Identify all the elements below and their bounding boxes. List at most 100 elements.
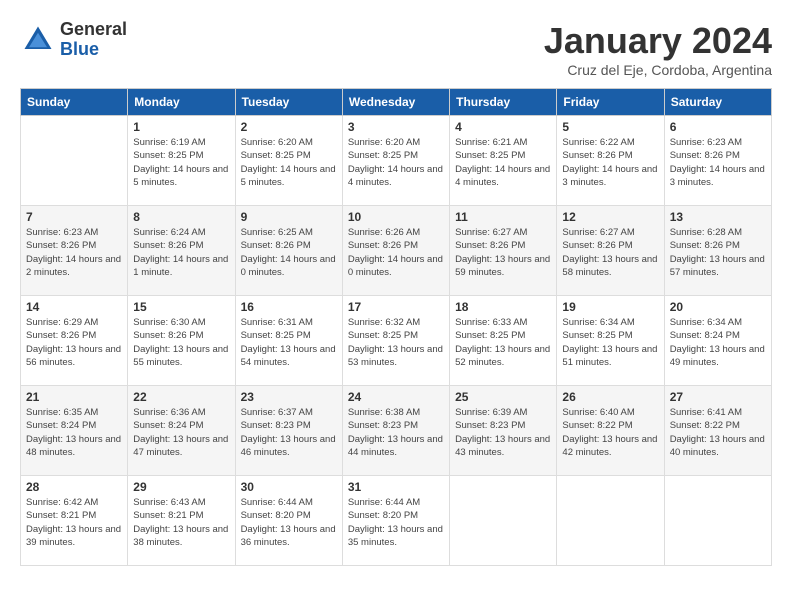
day-info: Sunrise: 6:36 AMSunset: 8:24 PMDaylight:… (133, 406, 229, 459)
day-info: Sunrise: 6:34 AMSunset: 8:25 PMDaylight:… (562, 316, 658, 369)
day-number: 30 (241, 480, 337, 494)
calendar-cell: 11Sunrise: 6:27 AMSunset: 8:26 PMDayligh… (450, 206, 557, 296)
calendar-week-5: 28Sunrise: 6:42 AMSunset: 8:21 PMDayligh… (21, 476, 772, 566)
month-title: January 2024 (544, 20, 772, 62)
day-number: 24 (348, 390, 444, 404)
day-info: Sunrise: 6:42 AMSunset: 8:21 PMDaylight:… (26, 496, 122, 549)
day-number: 17 (348, 300, 444, 314)
calendar-table: SundayMondayTuesdayWednesdayThursdayFrid… (20, 88, 772, 566)
calendar-cell: 8Sunrise: 6:24 AMSunset: 8:26 PMDaylight… (128, 206, 235, 296)
day-info: Sunrise: 6:20 AMSunset: 8:25 PMDaylight:… (348, 136, 444, 189)
calendar-cell: 16 Sunrise: 6:31 AMSunset: 8:25 PMDayligh… (235, 296, 342, 386)
day-info: Sunrise: 6:23 AMSunset: 8:26 PMDaylight:… (670, 136, 766, 189)
day-info: Sunrise: 6:43 AMSunset: 8:21 PMDaylight:… (133, 496, 229, 549)
day-number: 2 (241, 120, 337, 134)
day-info: Sunrise: 6:28 AMSunset: 8:26 PMDaylight:… (670, 226, 766, 279)
calendar-week-1: 1 Sunrise: 6:19 AMSunset: 8:25 PMDaylight… (21, 116, 772, 206)
calendar-header-friday: Friday (557, 89, 664, 116)
calendar-cell: 9Sunrise: 6:25 AMSunset: 8:26 PMDaylight… (235, 206, 342, 296)
day-info: Sunrise: 6:22 AMSunset: 8:26 PMDaylight:… (562, 136, 658, 189)
calendar-header-saturday: Saturday (664, 89, 771, 116)
day-number: 22 (133, 390, 229, 404)
title-section: January 2024 Cruz del Eje, Cordoba, Arge… (544, 20, 772, 78)
calendar-cell: 15 Sunrise: 6:30 AMSunset: 8:26 PMDayligh… (128, 296, 235, 386)
day-number: 1 (133, 120, 229, 134)
day-info: Sunrise: 6:31 AMSunset: 8:25 PMDaylight:… (241, 316, 337, 369)
calendar-cell: 29 Sunrise: 6:43 AMSunset: 8:21 PMDayligh… (128, 476, 235, 566)
calendar-header-row: SundayMondayTuesdayWednesdayThursdayFrid… (21, 89, 772, 116)
day-info: Sunrise: 6:21 AMSunset: 8:25 PMDaylight:… (455, 136, 551, 189)
calendar-week-3: 14Sunrise: 6:29 AMSunset: 8:26 PMDayligh… (21, 296, 772, 386)
day-number: 23 (241, 390, 337, 404)
day-info: Sunrise: 6:23 AMSunset: 8:26 PMDaylight:… (26, 226, 122, 279)
calendar-cell: 7 Sunrise: 6:23 AMSunset: 8:26 PMDaylight… (21, 206, 128, 296)
day-number: 4 (455, 120, 551, 134)
day-info: Sunrise: 6:35 AMSunset: 8:24 PMDaylight:… (26, 406, 122, 459)
day-info: Sunrise: 6:29 AMSunset: 8:26 PMDaylight:… (26, 316, 122, 369)
day-info: Sunrise: 6:20 AMSunset: 8:25 PMDaylight:… (241, 136, 337, 189)
calendar-cell: 28Sunrise: 6:42 AMSunset: 8:21 PMDayligh… (21, 476, 128, 566)
calendar-cell: 20 Sunrise: 6:34 AMSunset: 8:24 PMDayligh… (664, 296, 771, 386)
calendar-cell: 6 Sunrise: 6:23 AMSunset: 8:26 PMDaylight… (664, 116, 771, 206)
day-number: 25 (455, 390, 551, 404)
day-info: Sunrise: 6:33 AMSunset: 8:25 PMDaylight:… (455, 316, 551, 369)
calendar-cell: 23 Sunrise: 6:37 AMSunset: 8:23 PMDayligh… (235, 386, 342, 476)
day-info: Sunrise: 6:27 AMSunset: 8:26 PMDaylight:… (562, 226, 658, 279)
day-number: 16 (241, 300, 337, 314)
day-info: Sunrise: 6:25 AMSunset: 8:26 PMDaylight:… (241, 226, 337, 279)
calendar-header-thursday: Thursday (450, 89, 557, 116)
day-info: Sunrise: 6:19 AMSunset: 8:25 PMDaylight:… (133, 136, 229, 189)
day-number: 31 (348, 480, 444, 494)
calendar-cell: 10 Sunrise: 6:26 AMSunset: 8:26 PMDayligh… (342, 206, 449, 296)
calendar-cell: 13Sunrise: 6:28 AMSunset: 8:26 PMDayligh… (664, 206, 771, 296)
calendar-cell: 4 Sunrise: 6:21 AMSunset: 8:25 PMDaylight… (450, 116, 557, 206)
day-number: 7 (26, 210, 122, 224)
day-number: 18 (455, 300, 551, 314)
calendar-cell (21, 116, 128, 206)
day-number: 5 (562, 120, 658, 134)
calendar-cell: 12Sunrise: 6:27 AMSunset: 8:26 PMDayligh… (557, 206, 664, 296)
calendar-cell: 30 Sunrise: 6:44 AMSunset: 8:20 PMDayligh… (235, 476, 342, 566)
day-info: Sunrise: 6:34 AMSunset: 8:24 PMDaylight:… (670, 316, 766, 369)
day-info: Sunrise: 6:39 AMSunset: 8:23 PMDaylight:… (455, 406, 551, 459)
day-number: 19 (562, 300, 658, 314)
day-number: 20 (670, 300, 766, 314)
day-number: 29 (133, 480, 229, 494)
calendar-cell: 3 Sunrise: 6:20 AMSunset: 8:25 PMDaylight… (342, 116, 449, 206)
calendar-cell: 26Sunrise: 6:40 AMSunset: 8:22 PMDayligh… (557, 386, 664, 476)
day-number: 10 (348, 210, 444, 224)
day-info: Sunrise: 6:37 AMSunset: 8:23 PMDaylight:… (241, 406, 337, 459)
day-info: Sunrise: 6:32 AMSunset: 8:25 PMDaylight:… (348, 316, 444, 369)
day-number: 8 (133, 210, 229, 224)
calendar-cell: 19 Sunrise: 6:34 AMSunset: 8:25 PMDayligh… (557, 296, 664, 386)
calendar-cell: 31 Sunrise: 6:44 AMSunset: 8:20 PMDayligh… (342, 476, 449, 566)
logo-icon (20, 22, 56, 58)
day-number: 27 (670, 390, 766, 404)
day-number: 6 (670, 120, 766, 134)
calendar-cell (450, 476, 557, 566)
calendar-cell: 1 Sunrise: 6:19 AMSunset: 8:25 PMDaylight… (128, 116, 235, 206)
calendar-week-4: 21Sunrise: 6:35 AMSunset: 8:24 PMDayligh… (21, 386, 772, 476)
day-info: Sunrise: 6:44 AMSunset: 8:20 PMDaylight:… (348, 496, 444, 549)
calendar-cell: 17 Sunrise: 6:32 AMSunset: 8:25 PMDayligh… (342, 296, 449, 386)
calendar-cell: 27Sunrise: 6:41 AMSunset: 8:22 PMDayligh… (664, 386, 771, 476)
calendar-cell: 18 Sunrise: 6:33 AMSunset: 8:25 PMDayligh… (450, 296, 557, 386)
day-info: Sunrise: 6:30 AMSunset: 8:26 PMDaylight:… (133, 316, 229, 369)
calendar-header-monday: Monday (128, 89, 235, 116)
calendar-header-sunday: Sunday (21, 89, 128, 116)
location-label: Cruz del Eje, Cordoba, Argentina (544, 62, 772, 78)
calendar-cell: 21Sunrise: 6:35 AMSunset: 8:24 PMDayligh… (21, 386, 128, 476)
day-info: Sunrise: 6:44 AMSunset: 8:20 PMDaylight:… (241, 496, 337, 549)
calendar-cell (664, 476, 771, 566)
calendar-cell: 14Sunrise: 6:29 AMSunset: 8:26 PMDayligh… (21, 296, 128, 386)
logo-general-label: General (60, 20, 127, 40)
day-info: Sunrise: 6:40 AMSunset: 8:22 PMDaylight:… (562, 406, 658, 459)
logo: General Blue (20, 20, 127, 60)
logo-blue-label: Blue (60, 40, 127, 60)
day-info: Sunrise: 6:26 AMSunset: 8:26 PMDaylight:… (348, 226, 444, 279)
day-info: Sunrise: 6:38 AMSunset: 8:23 PMDaylight:… (348, 406, 444, 459)
calendar-cell: 25 Sunrise: 6:39 AMSunset: 8:23 PMDayligh… (450, 386, 557, 476)
calendar-header-wednesday: Wednesday (342, 89, 449, 116)
day-number: 3 (348, 120, 444, 134)
day-number: 15 (133, 300, 229, 314)
